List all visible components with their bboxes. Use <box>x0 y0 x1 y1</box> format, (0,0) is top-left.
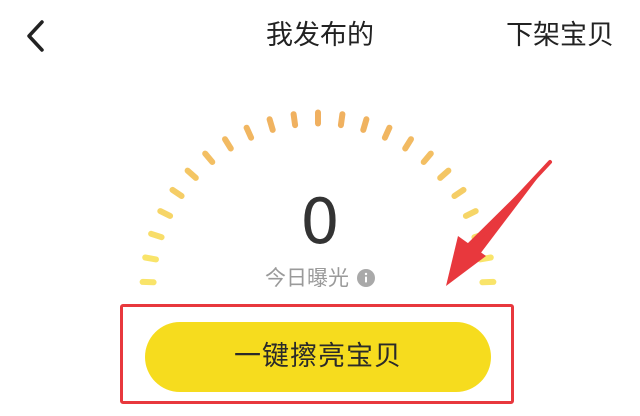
gauge-tick <box>202 150 216 165</box>
gauge-tick <box>184 167 199 181</box>
gauge-tick <box>437 167 452 181</box>
exposure-label-row: 今日曝光 <box>0 262 640 293</box>
gauge-tick <box>266 116 276 133</box>
info-icon[interactable] <box>357 269 375 287</box>
gauge-tick <box>290 111 299 129</box>
exposure-count: 0 <box>300 185 340 258</box>
polish-items-button[interactable]: 一键擦亮宝贝 <box>145 322 491 392</box>
gauge-tick <box>243 124 255 141</box>
screen: 我发布的 下架宝贝 0 今日曝光 一键擦亮宝贝 <box>0 0 640 416</box>
gauge-tick <box>381 124 393 141</box>
gauge-tick <box>222 136 234 152</box>
gauge-tick <box>360 116 370 133</box>
exposure-label: 今日曝光 <box>265 266 349 290</box>
gauge-tick <box>402 136 414 152</box>
gauge-tick <box>420 150 434 165</box>
gauge-tick <box>337 111 346 129</box>
